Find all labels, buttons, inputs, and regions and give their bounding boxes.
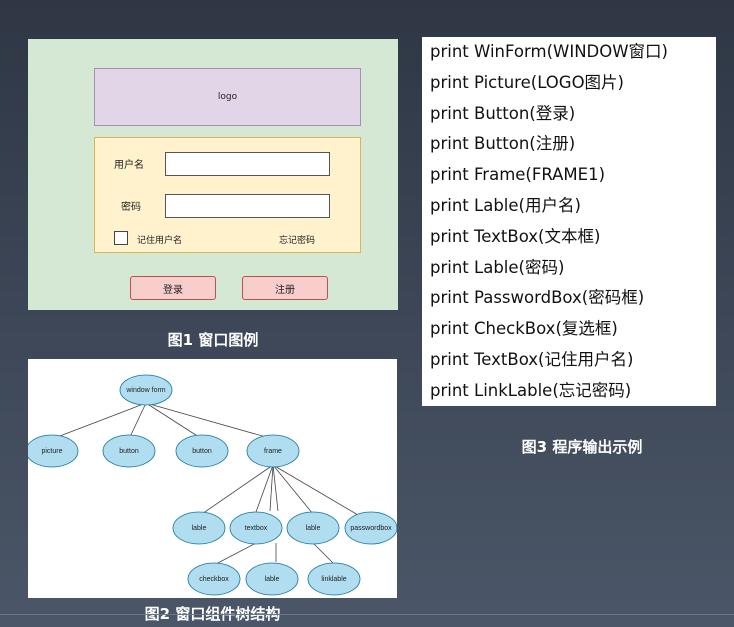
component-tree-figure: window form picture button button frame … bbox=[28, 359, 397, 598]
login-frame: 用户名 密码 记住用户名 忘记密码 bbox=[94, 137, 361, 253]
label-lable-1: lable bbox=[192, 525, 207, 532]
window-mockup-figure: logo 用户名 密码 记住用户名 忘记密码 登录 注册 bbox=[28, 39, 398, 310]
edge-root-frame bbox=[145, 402, 274, 440]
output-line: print Button(登录) bbox=[430, 103, 576, 123]
username-input[interactable] bbox=[165, 152, 330, 176]
edge-textbox-checkbox bbox=[213, 542, 257, 566]
label-lable-3: lable bbox=[265, 576, 280, 583]
forgot-password-link[interactable]: 忘记密码 bbox=[279, 233, 315, 246]
output-line: print Frame(FRAME1) bbox=[430, 165, 606, 185]
tree-nodes bbox=[28, 374, 397, 596]
edge-frame-lable1 bbox=[198, 464, 274, 517]
register-button[interactable]: 注册 bbox=[242, 276, 328, 300]
remember-label: 记住用户名 bbox=[137, 236, 183, 246]
label-picture: picture bbox=[41, 448, 62, 455]
output-line: print Picture(LOGO图片) bbox=[430, 72, 624, 92]
tree-labels: window form picture button button frame … bbox=[41, 387, 392, 583]
component-tree-diagram: window form picture button button frame … bbox=[28, 374, 397, 596]
login-button[interactable]: 登录 bbox=[130, 276, 216, 300]
output-line: print PasswordBox(密码框) bbox=[430, 288, 645, 308]
password-input[interactable] bbox=[165, 194, 330, 218]
figure3-caption: 图3 程序输出示例 bbox=[521, 438, 643, 456]
password-label: 密码 bbox=[121, 202, 141, 213]
output-line: print WinForm(WINDOW窗口) bbox=[430, 42, 668, 61]
output-line: print Lable(用户名) bbox=[430, 195, 581, 215]
label-linklable: linklable bbox=[321, 576, 346, 583]
remember-checkbox[interactable] bbox=[114, 231, 128, 245]
program-output-figure: print WinForm(WINDOW窗口) print Picture(LO… bbox=[422, 37, 716, 406]
output-line: print CheckBox(复选框) bbox=[430, 319, 618, 339]
output-lines: print WinForm(WINDOW窗口) print Picture(LO… bbox=[422, 37, 716, 407]
output-line: print TextBox(文本框) bbox=[430, 226, 601, 246]
logo-text: logo bbox=[217, 92, 238, 102]
username-label: 用户名 bbox=[114, 160, 144, 171]
bottom-divider bbox=[0, 614, 734, 615]
output-line: print LinkLable(忘记密码) bbox=[430, 380, 632, 400]
figure1-caption: 图1 窗口图例 bbox=[167, 331, 259, 349]
label-checkbox: checkbox bbox=[199, 576, 229, 583]
logo-placeholder: logo bbox=[94, 68, 361, 126]
label-passwordbox: passwordbox bbox=[350, 525, 392, 532]
edge-frame-lable2 bbox=[272, 464, 314, 515]
label-lable-2: lable bbox=[306, 525, 321, 532]
label-window-form: window form bbox=[125, 387, 165, 394]
edge-frame-passwordbox bbox=[272, 464, 359, 516]
label-button-2: button bbox=[192, 448, 212, 455]
output-line: print TextBox(记住用户名) bbox=[430, 349, 634, 369]
edge-lable2-linklable bbox=[312, 542, 334, 564]
label-textbox: textbox bbox=[245, 525, 268, 532]
edge-root-button2 bbox=[145, 402, 203, 440]
label-frame: frame bbox=[264, 448, 282, 455]
edge-frame-lable2b bbox=[272, 464, 279, 512]
label-button-1: button bbox=[119, 448, 139, 455]
output-line: print Lable(密码) bbox=[430, 257, 565, 277]
output-line: print Button(注册) bbox=[430, 134, 576, 154]
